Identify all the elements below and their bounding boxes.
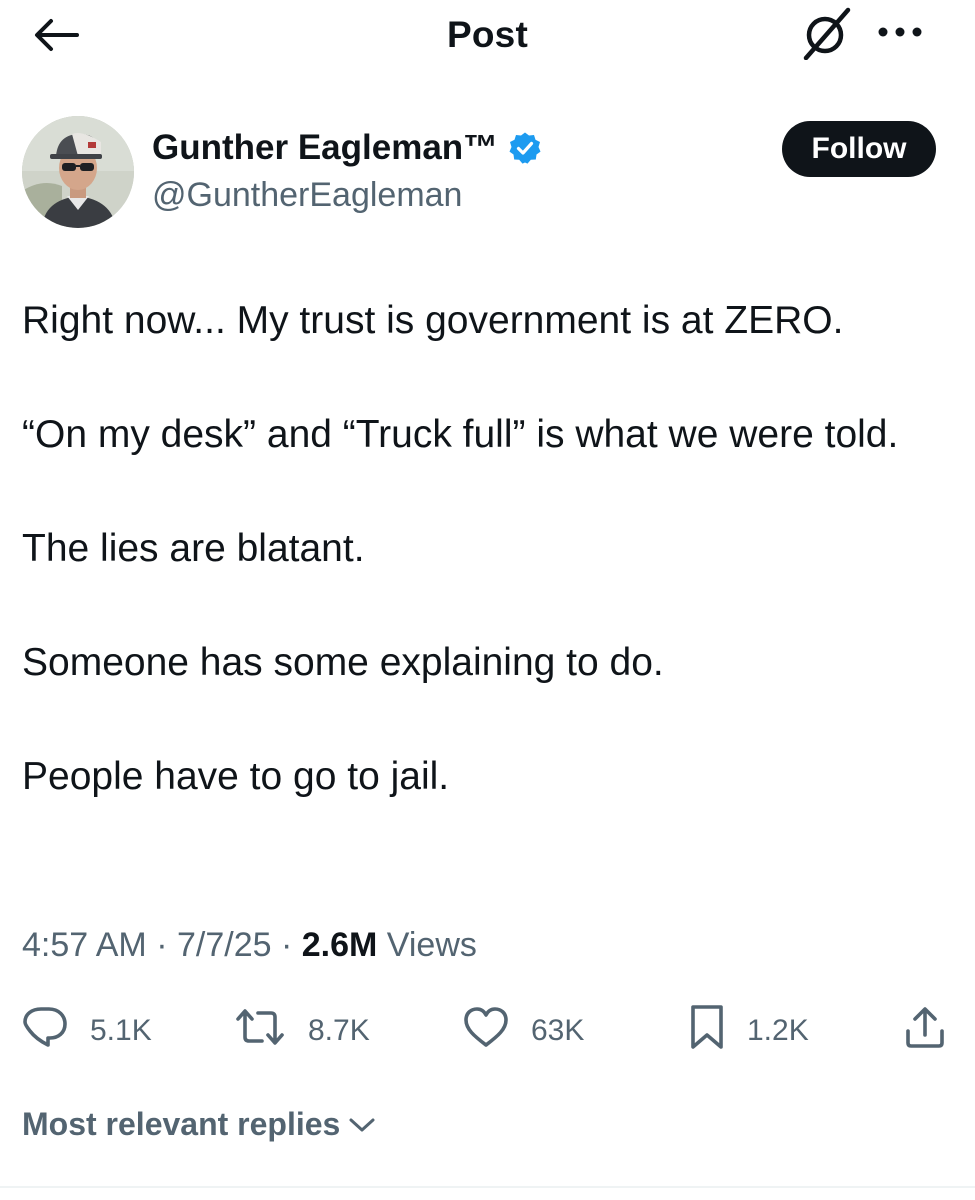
post-paragraph: The lies are blatant.: [22, 527, 365, 570]
reply-count: 5.1K: [90, 1014, 152, 1047]
post-paragraph: “On my desk” and “Truck full” is what we…: [22, 413, 899, 456]
like-button[interactable]: 63K: [463, 1003, 584, 1059]
grok-button[interactable]: [795, 6, 859, 64]
bookmark-icon: [689, 1004, 725, 1058]
post-metadata: 4:57 AM · 7/7/25 · 2.6M Views: [22, 926, 477, 965]
more-options-button[interactable]: [872, 12, 928, 56]
divider: [0, 1186, 975, 1188]
post-time[interactable]: 4:57 AM: [22, 926, 147, 964]
heart-icon: [463, 1006, 509, 1056]
post-paragraph: Right now... My trust is government is a…: [22, 299, 844, 342]
replies-sort-label: Most relevant replies: [22, 1106, 341, 1142]
meta-separator: ·: [280, 926, 293, 964]
views-count[interactable]: 2.6M: [302, 926, 378, 964]
share-icon: [904, 1005, 946, 1057]
meta-separator: ·: [156, 926, 168, 964]
grok-icon: [798, 6, 856, 65]
post-paragraph: Someone has some explaining to do.: [22, 641, 664, 684]
author-name-text: Gunther Eagleman™: [152, 128, 499, 167]
bookmark-count: 1.2K: [747, 1014, 809, 1047]
top-bar: Post: [0, 0, 975, 80]
like-count: 63K: [531, 1014, 585, 1047]
author-name[interactable]: Gunther Eagleman™: [152, 128, 542, 168]
chevron-down-icon: [348, 1116, 376, 1134]
repost-button[interactable]: 8.7K: [234, 1003, 370, 1059]
replies-sort-dropdown[interactable]: Most relevant replies: [22, 1106, 376, 1143]
bookmark-button[interactable]: 1.2K: [689, 1003, 809, 1059]
repost-count: 8.7K: [308, 1014, 370, 1047]
reply-icon: [22, 1005, 68, 1057]
post-date[interactable]: 7/7/25: [177, 926, 272, 964]
more-horizontal-icon: [877, 25, 923, 43]
views-label: Views: [386, 926, 477, 964]
action-bar: 5.1K 8.7K 63K 1.2K: [22, 1003, 952, 1059]
follow-button[interactable]: Follow: [782, 121, 936, 177]
share-button[interactable]: [904, 1003, 946, 1059]
post-paragraph: People have to go to jail.: [22, 755, 450, 798]
post-text: Right now... My trust is government is a…: [22, 292, 942, 805]
author-handle[interactable]: @GuntherEagleman: [152, 176, 462, 215]
verified-badge-icon: [508, 131, 542, 165]
repost-icon: [234, 1007, 286, 1055]
reply-button[interactable]: 5.1K: [22, 1003, 152, 1059]
avatar[interactable]: [22, 116, 134, 228]
